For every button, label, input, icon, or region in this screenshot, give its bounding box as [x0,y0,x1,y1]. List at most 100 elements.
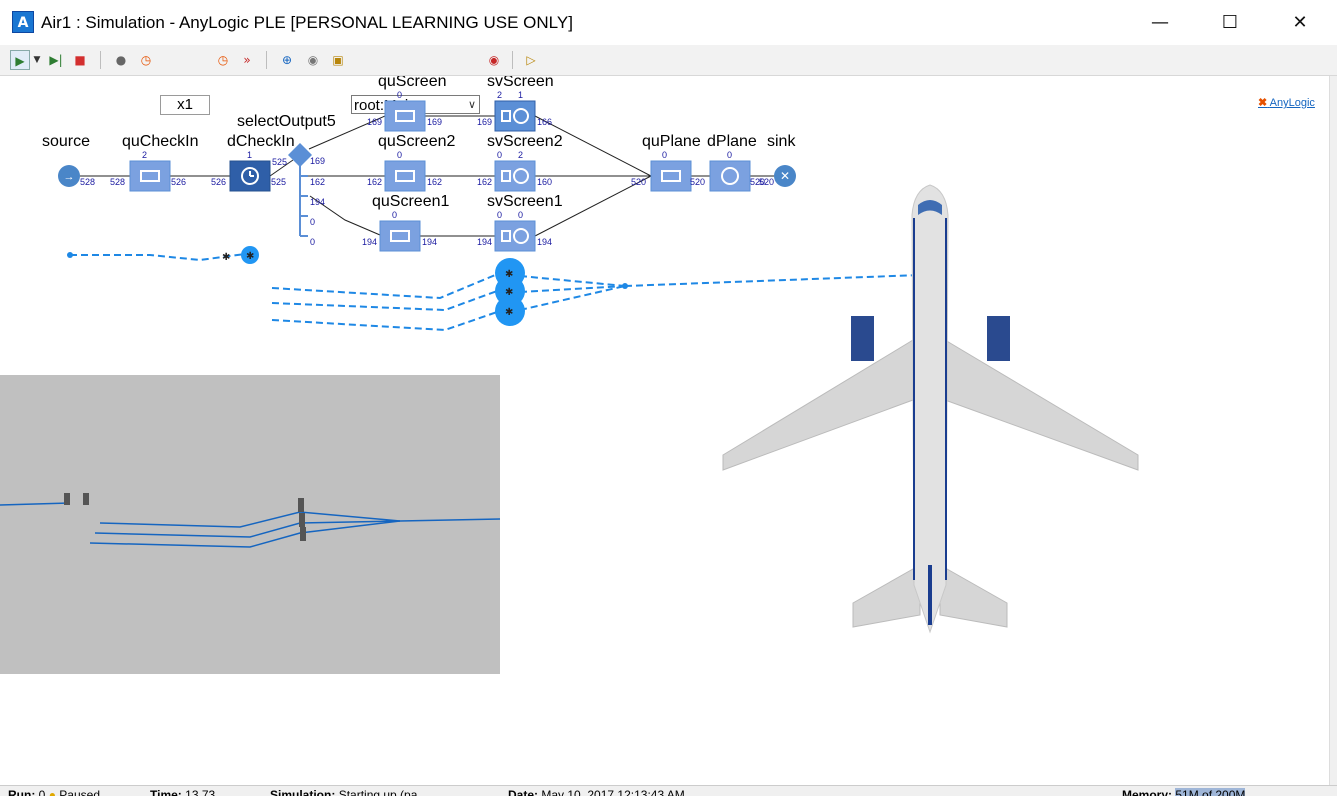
block-label-quscreen: quScreen [378,76,447,90]
dcheckin-block[interactable] [229,160,271,192]
person-3d [300,527,306,541]
step-button[interactable]: ▶| [46,50,66,70]
minimize-button[interactable]: — [1125,0,1195,45]
count-top: 0 [397,90,402,100]
count-out: 162 [427,177,442,187]
close-button[interactable]: ✕ [1265,0,1335,45]
toolbar-separator [512,51,513,69]
count-top: 1 [247,150,252,160]
count-top: 1 [518,90,523,100]
count-out: 520 [690,177,705,187]
title-bar: A Air1 : Simulation - AnyLogic PLE [PERS… [0,0,1337,45]
dplane-block[interactable] [709,160,751,192]
camera-icon: ◉ [307,53,319,67]
person-icons: ✱ ✱ ✱ ✱ ✱ [222,251,513,318]
zoom-button[interactable]: ▣ [327,50,349,70]
run-menu-button[interactable]: ▼ [32,50,42,70]
run-icon: ▶ [15,54,25,68]
select-output-count: 0 [310,217,315,227]
count-top: 0 [397,150,402,160]
speed-up-icon: » [243,53,251,67]
count-out: 525 [271,177,286,187]
model-view-button[interactable]: ◉ [483,50,505,70]
stop-icon: ■ [74,53,86,67]
toolbar-separator [100,51,101,69]
model-view-icon: ◉ [488,53,500,67]
zoom-icon: ▣ [332,53,344,67]
qucheckin-block[interactable] [129,160,171,192]
window-title: Air1 : Simulation - AnyLogic PLE [PERSON… [41,13,573,32]
block-label-source: source [42,133,90,150]
select-output-count: 194 [310,197,325,207]
block-label-quscreen1: quScreen1 [372,193,449,210]
stop-button[interactable]: ■ [70,50,90,70]
vertical-scrollbar[interactable] [1329,76,1337,785]
count-in: 520 [631,177,646,187]
maximize-button[interactable]: ☐ [1195,0,1265,45]
count-out: 166 [537,117,552,127]
quscreen-block[interactable] [384,100,426,132]
status-bar: Run: 0 ● Paused Time: 13.73 Simulation: … [0,785,1337,796]
dev-panel-icon: ▷ [526,53,536,67]
block-label-selectoutput5: selectOutput5 [237,113,336,130]
quplane-block[interactable] [650,160,692,192]
quscreen2-block[interactable] [384,160,426,192]
run-menu-icon: ▼ [33,55,41,65]
navigate-icon: ⊕ [281,53,293,67]
block-label-qucheckin: quCheckIn [122,133,199,150]
count-top: 2 [518,150,523,160]
agent-icon: ● [115,53,127,67]
source-arrow-icon: → [64,171,75,183]
svscreen-block[interactable] [494,100,536,132]
count-out: 194 [422,237,437,247]
path-node [622,283,628,289]
person-3d [64,493,70,505]
person-3d [299,513,305,527]
block-label-svscreen1: svScreen1 [487,193,563,210]
count-in: 525 [272,157,287,167]
source-block[interactable]: → [58,165,80,187]
close-icon: ✕ [1292,12,1308,33]
select-output-count: 169 [310,156,325,166]
agent-button[interactable]: ● [110,50,132,70]
count-top: 0 [727,150,732,160]
passenger-paths [70,253,921,332]
clock-icon: ◷ [140,53,152,67]
block-label-dcheckin: dCheckIn [227,133,295,150]
speed-down-button[interactable]: ◷ [212,50,234,70]
camera-button[interactable]: ◉ [302,50,324,70]
count-top: 0 [497,210,502,220]
count-out: 528 [80,177,95,187]
person-icon: ✱ [505,269,513,280]
minimize-icon: — [1151,12,1169,33]
person-icon: ✱ [505,287,513,298]
block-label-svscreen2: svScreen2 [487,133,563,150]
speed-up-button[interactable]: » [236,50,258,70]
path-node [67,252,73,258]
slower-button[interactable]: ◷ [135,50,157,70]
count-in: 169 [477,117,492,127]
3d-view[interactable] [0,375,501,674]
quscreen1-block[interactable] [379,220,421,252]
run-button[interactable]: ▶ [10,50,30,70]
model-canvas[interactable]: source quCheckIn dCheckIn selectOutput5 … [0,76,1329,785]
count-in: 194 [362,237,377,247]
maximize-icon: ☐ [1221,12,1239,33]
count-in: 526 [211,177,226,187]
count-in: 169 [367,117,382,127]
count-top: 0 [497,150,502,160]
count-out: 169 [427,117,442,127]
svscreen1-block[interactable] [494,220,536,252]
block-label-quscreen2: quScreen2 [378,133,455,150]
dev-panel-button[interactable]: ▷ [520,50,542,70]
block-label-sink: sink [767,133,796,150]
navigate-button[interactable]: ⊕ [276,50,298,70]
count-top: 0 [392,210,397,220]
sink-block[interactable]: ✕ [774,165,796,187]
count-top: 0 [518,210,523,220]
toolbar: ▶ ▼ ▶| ■ ● ◷ x1 ◷ » ⊕ ◉ ▣ root:Main ∨ ◉ … [0,45,1337,115]
select-output-count: 162 [310,177,325,187]
anylogic-app-icon: A [12,11,34,33]
svscreen2-block[interactable] [494,160,536,192]
person-icon: ✱ [505,307,513,318]
